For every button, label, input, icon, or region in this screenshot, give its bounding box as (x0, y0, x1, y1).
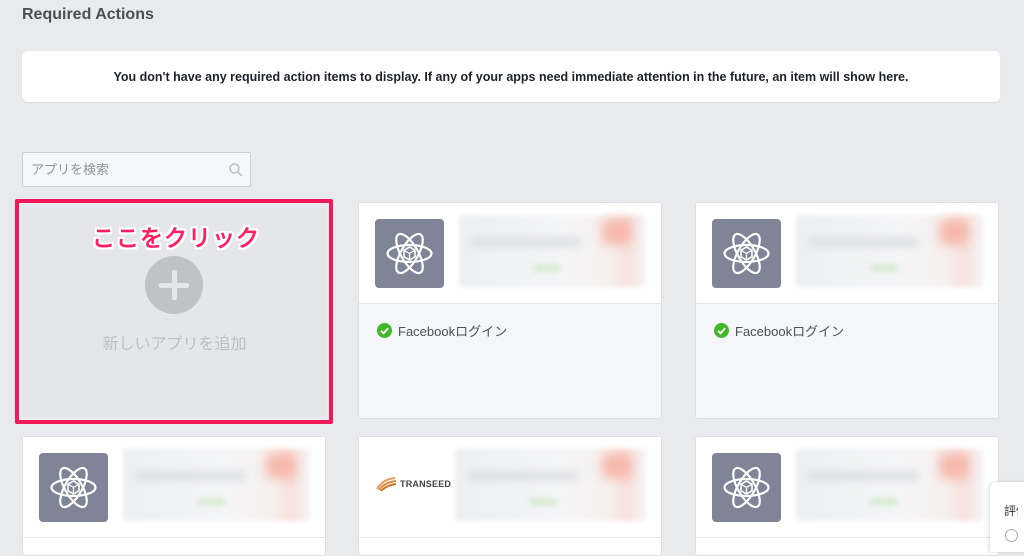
login-status: Facebookログイン (377, 321, 507, 340)
blurred-app-info (796, 449, 983, 521)
atom-icon (712, 453, 781, 522)
notice-text: You don't have any required action items… (113, 69, 909, 84)
blurred-app-info (123, 449, 310, 521)
check-circle-icon (377, 323, 392, 338)
atom-icon (712, 219, 781, 288)
login-status: Facebookログイン (714, 321, 844, 340)
status-text: Facebookログイン (398, 324, 508, 339)
click-here-annotation: ここをクリック (92, 225, 260, 251)
atom-icon (39, 453, 108, 522)
search-input[interactable] (23, 153, 250, 186)
blurred-app-info (459, 215, 646, 287)
transeed-mark-icon (376, 477, 397, 491)
transeed-text: TRANSEED (400, 479, 452, 489)
feedback-label: 評価 (1004, 504, 1018, 518)
search-box[interactable] (22, 152, 251, 187)
app-card[interactable]: Facebookログイン (358, 202, 662, 419)
page-title: Required Actions (22, 6, 154, 23)
app-card[interactable]: Facebookログイン (695, 202, 999, 419)
atom-icon (375, 219, 444, 288)
status-text: Facebookログイン (735, 324, 845, 339)
required-actions-notice: You don't have any required action items… (22, 51, 1000, 102)
check-circle-icon (714, 323, 729, 338)
plus-icon[interactable] (145, 256, 203, 314)
blurred-app-info (796, 215, 983, 287)
app-card[interactable] (22, 436, 326, 556)
rating-radio[interactable] (1005, 529, 1018, 542)
blurred-app-info (455, 449, 646, 521)
transeed-logo: TRANSEED (375, 477, 451, 491)
app-card[interactable]: TRANSEED (358, 436, 662, 556)
feedback-side-tab[interactable]: 評価 (990, 482, 1024, 552)
add-new-app-label[interactable]: 新しいアプリを追加 (22, 330, 327, 354)
search-icon[interactable] (228, 162, 244, 178)
app-card[interactable] (695, 436, 999, 556)
